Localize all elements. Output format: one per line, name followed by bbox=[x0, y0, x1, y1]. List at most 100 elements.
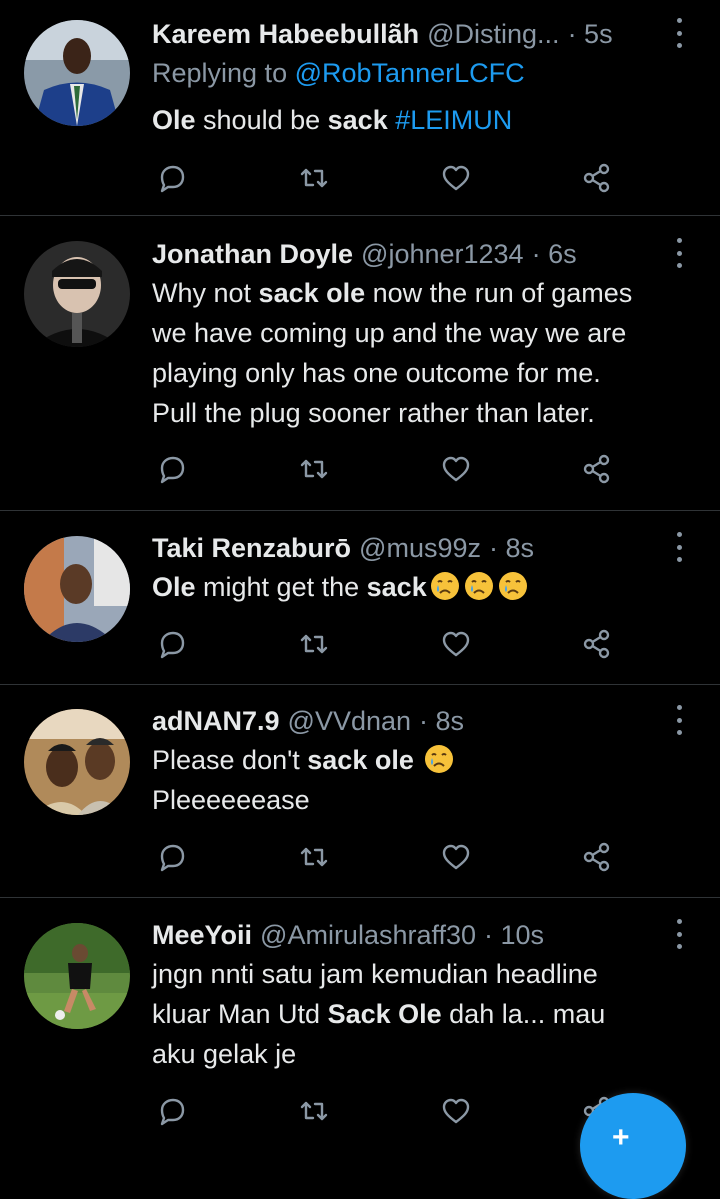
tweet-2[interactable]: Jonathan Doyle @johner1234 · 6s Why not … bbox=[0, 234, 720, 510]
divider bbox=[0, 215, 720, 216]
timestamp[interactable]: · 8s bbox=[419, 706, 464, 737]
replying-to: Replying to @RobTannerLCFC bbox=[152, 53, 525, 93]
avatar[interactable] bbox=[24, 20, 130, 126]
tweet-text-line: Please don't sack ole bbox=[152, 740, 455, 780]
share-icon bbox=[583, 629, 610, 659]
more-options-icon[interactable] bbox=[672, 238, 686, 268]
like-button[interactable] bbox=[436, 624, 476, 664]
reply-button[interactable] bbox=[152, 624, 192, 664]
text: now the run of games bbox=[365, 278, 633, 308]
retweet-icon bbox=[300, 1101, 328, 1121]
share-button[interactable] bbox=[576, 158, 616, 198]
share-icon bbox=[583, 163, 610, 193]
like-button[interactable] bbox=[436, 837, 476, 877]
reply-icon bbox=[160, 631, 185, 659]
tweet-3[interactable]: Taki Renzaburō @mus99z · 8s Ole might ge… bbox=[0, 528, 720, 684]
text: dah la... mau bbox=[441, 999, 606, 1029]
tweet-text-line: Pleeeeeease bbox=[152, 785, 310, 815]
display-name[interactable]: Jonathan Doyle bbox=[152, 239, 353, 270]
share-icon bbox=[583, 454, 610, 484]
tweet-text-line: aku gelak je bbox=[152, 1039, 297, 1069]
emoji-group bbox=[421, 745, 455, 775]
avatar[interactable] bbox=[24, 241, 130, 347]
emoji-group bbox=[427, 572, 529, 602]
display-name[interactable]: MeeYoii bbox=[152, 920, 252, 951]
crying-face-emoji bbox=[425, 745, 454, 773]
like-button[interactable] bbox=[436, 1091, 476, 1131]
retweet-button[interactable] bbox=[294, 624, 334, 664]
compose-tweet-button[interactable]: + bbox=[580, 1093, 686, 1199]
tweet-text-line: jngn nnti satu jam kemudian headline bbox=[152, 959, 598, 989]
tweet-header: adNAN7.9 @VVdnan · 8s bbox=[152, 701, 464, 741]
more-options-icon[interactable] bbox=[672, 705, 686, 735]
display-name[interactable]: Kareem Habeebullãh bbox=[152, 19, 419, 50]
reply-button[interactable] bbox=[152, 158, 192, 198]
divider bbox=[0, 684, 720, 685]
tweet-text-line: playing only has one outcome for me. bbox=[152, 358, 601, 388]
timestamp[interactable]: · 6s bbox=[532, 239, 577, 270]
text: Why not bbox=[152, 278, 259, 308]
more-options-icon[interactable] bbox=[672, 532, 686, 562]
hashtag-link[interactable]: #LEIMUN bbox=[395, 105, 512, 135]
tweet-text-line: Why not sack ole now the run of games bbox=[152, 273, 632, 313]
like-icon bbox=[442, 1098, 470, 1124]
tweet-header: Jonathan Doyle @johner1234 · 6s bbox=[152, 234, 577, 274]
retweet-button[interactable] bbox=[294, 449, 334, 489]
share-button[interactable] bbox=[576, 449, 616, 489]
user-handle[interactable]: @Amirulashraff30 bbox=[260, 920, 476, 951]
text-bold: sack bbox=[366, 572, 427, 602]
tweet-actions bbox=[152, 837, 632, 877]
retweet-button[interactable] bbox=[294, 1091, 334, 1131]
text: kluar Man Utd bbox=[152, 999, 328, 1029]
avatar[interactable] bbox=[24, 923, 130, 1029]
like-icon bbox=[442, 631, 470, 657]
retweet-button[interactable] bbox=[294, 837, 334, 877]
user-handle[interactable]: @VVdnan bbox=[288, 706, 412, 737]
timestamp[interactable]: · 5s bbox=[568, 19, 613, 50]
display-name[interactable]: Taki Renzaburō bbox=[152, 533, 351, 564]
tweet-text: Ole should be sack #LEIMUN bbox=[152, 100, 512, 140]
like-button[interactable] bbox=[436, 158, 476, 198]
like-icon bbox=[442, 456, 470, 482]
tweet-header: MeeYoii @Amirulashraff30 · 10s bbox=[152, 915, 544, 955]
more-options-icon[interactable] bbox=[672, 18, 686, 48]
share-button[interactable] bbox=[576, 624, 616, 664]
avatar[interactable] bbox=[24, 709, 130, 815]
timestamp[interactable]: · 8s bbox=[489, 533, 534, 564]
divider bbox=[0, 897, 720, 898]
tweet-text-line: Pull the plug sooner rather than later. bbox=[152, 398, 595, 428]
user-handle[interactable]: @Disting... bbox=[427, 19, 559, 50]
text: might get the bbox=[195, 572, 367, 602]
reply-button[interactable] bbox=[152, 449, 192, 489]
tweet-1[interactable]: Kareem Habeebullãh @Disting... · 5s Repl… bbox=[0, 14, 720, 214]
text-bold: Sack Ole bbox=[327, 999, 442, 1029]
tweet-header: Taki Renzaburō @mus99z · 8s bbox=[152, 528, 534, 568]
tweet-4[interactable]: adNAN7.9 @VVdnan · 8s Please don't sack … bbox=[0, 701, 720, 897]
text-bold: Ole bbox=[152, 105, 196, 135]
display-name[interactable]: adNAN7.9 bbox=[152, 706, 280, 737]
reply-icon bbox=[160, 456, 185, 484]
mention-link[interactable]: @RobTannerLCFC bbox=[295, 58, 525, 88]
tweet-text-line: we have coming up and the way we are bbox=[152, 318, 627, 348]
like-button[interactable] bbox=[436, 449, 476, 489]
text-bold: Ole bbox=[152, 572, 196, 602]
tweet-header: Kareem Habeebullãh @Disting... · 5s bbox=[152, 14, 613, 54]
more-options-icon[interactable] bbox=[672, 919, 686, 949]
reply-icon bbox=[160, 165, 185, 193]
retweet-icon bbox=[300, 168, 328, 188]
reply-button[interactable] bbox=[152, 837, 192, 877]
reply-icon bbox=[160, 844, 185, 872]
reply-button[interactable] bbox=[152, 1091, 192, 1131]
share-button[interactable] bbox=[576, 837, 616, 877]
tweet-actions bbox=[152, 449, 632, 489]
tweet-text-line: kluar Man Utd Sack Ole dah la... mau bbox=[152, 994, 605, 1034]
crying-face-emoji bbox=[498, 572, 527, 600]
user-handle[interactable]: @mus99z bbox=[359, 533, 481, 564]
retweet-button[interactable] bbox=[294, 158, 334, 198]
user-handle[interactable]: @johner1234 bbox=[361, 239, 524, 270]
retweet-icon bbox=[300, 459, 328, 479]
reply-icon bbox=[160, 1098, 185, 1126]
avatar[interactable] bbox=[24, 536, 130, 642]
tweet-actions bbox=[152, 158, 632, 198]
timestamp[interactable]: · 10s bbox=[484, 920, 544, 951]
